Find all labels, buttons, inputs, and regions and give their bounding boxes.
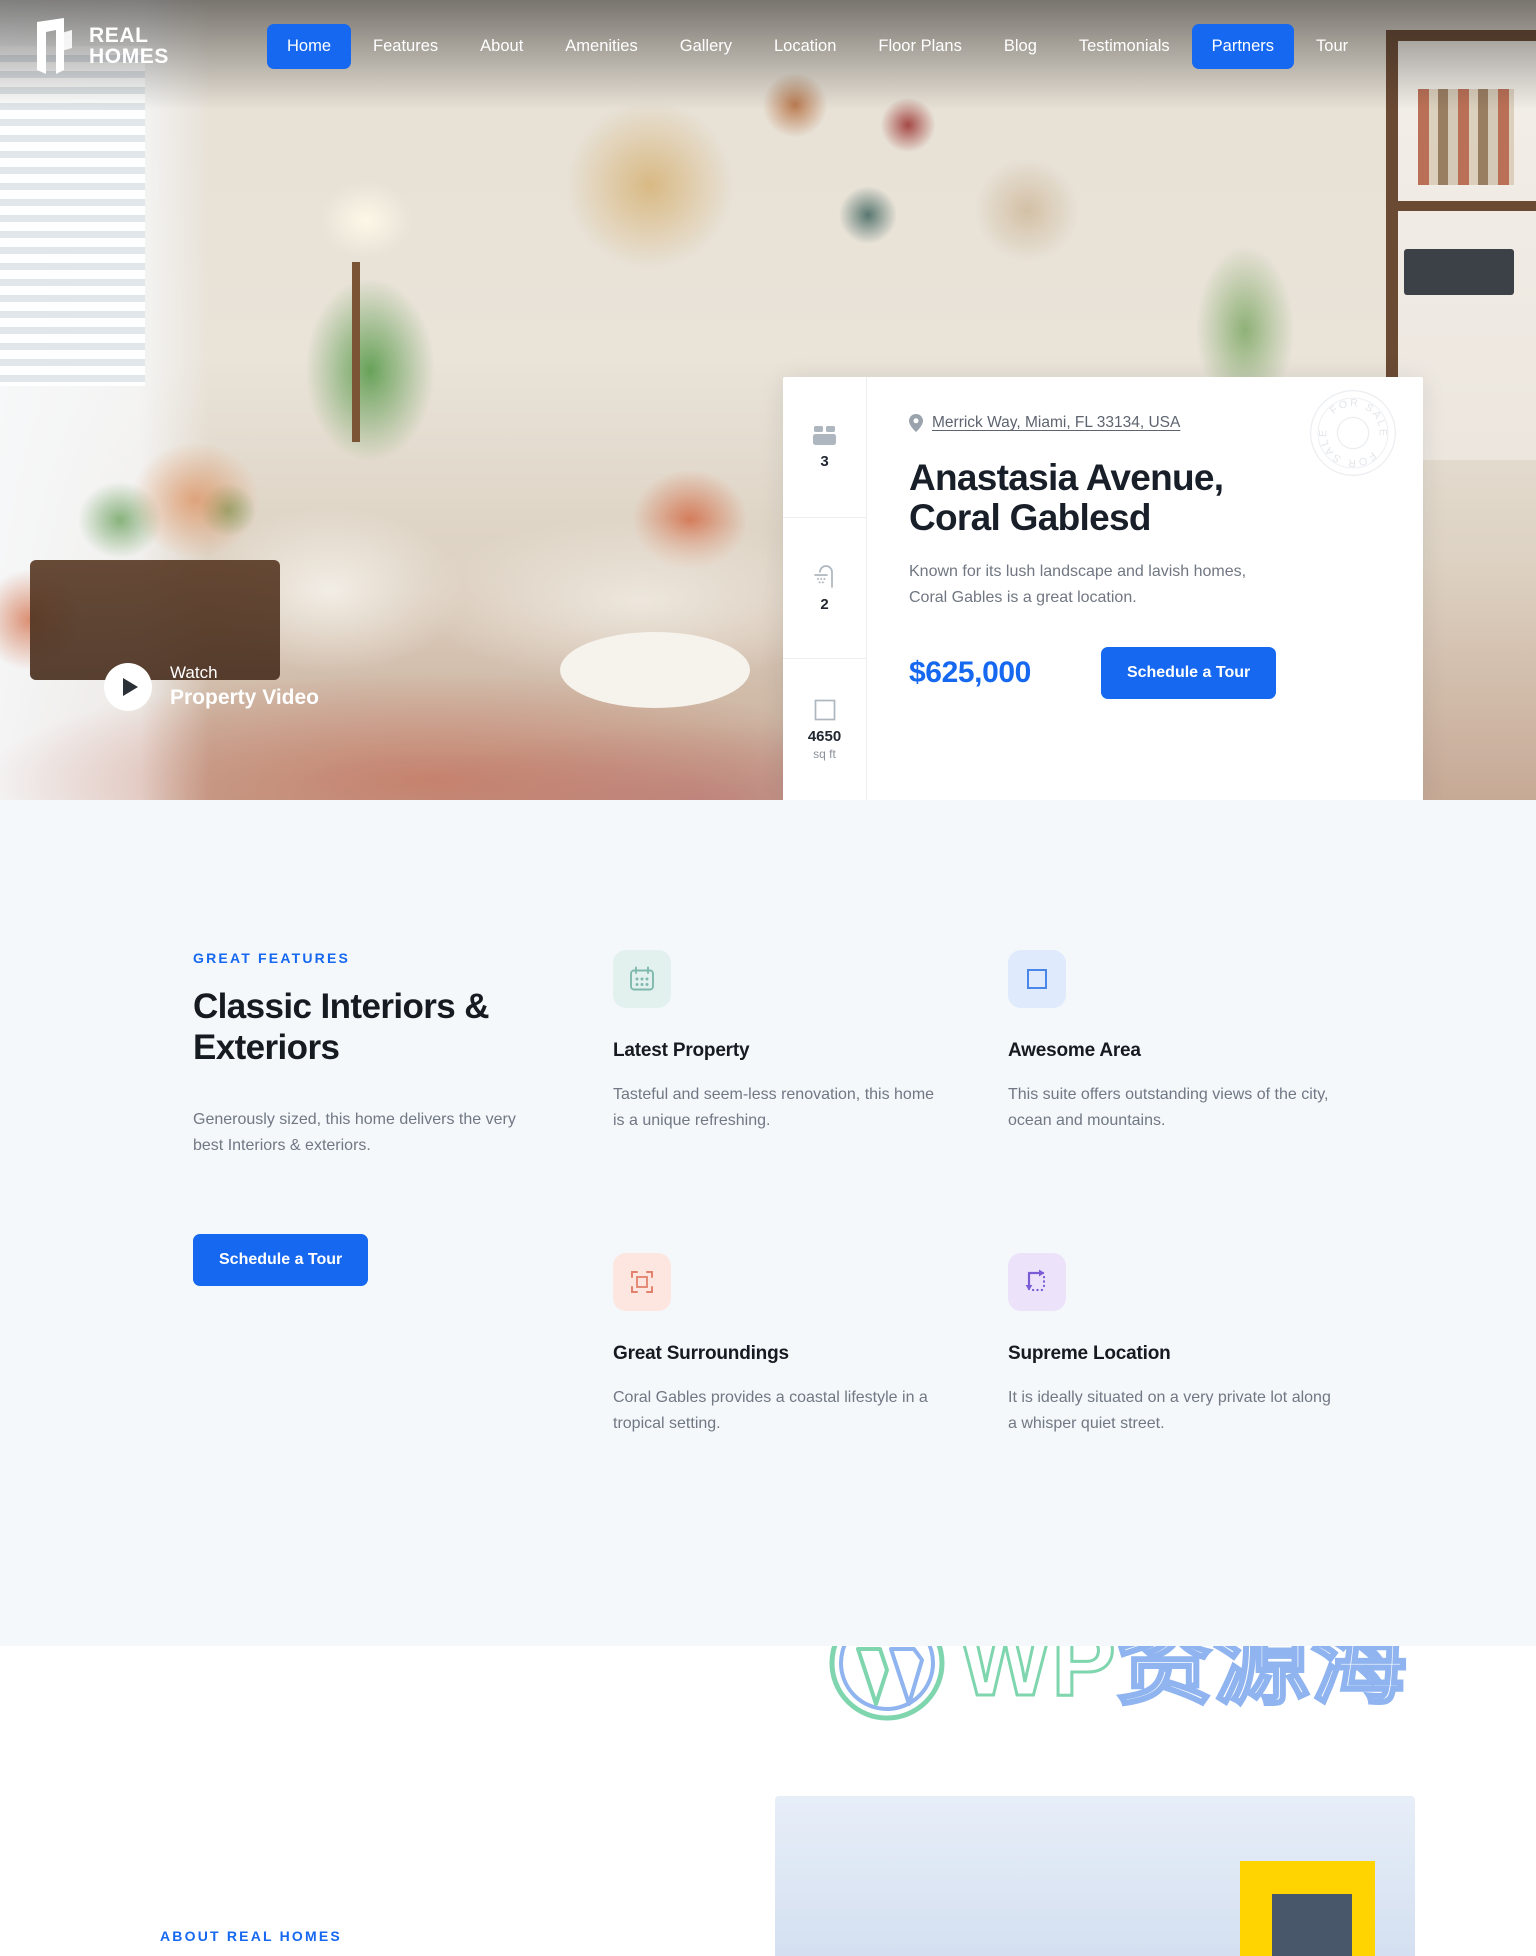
watch-property-video-button[interactable]: Watch Property Video xyxy=(104,662,319,712)
watermark-text-cn: 资源海 xyxy=(1115,1646,1408,1717)
stat-bedrooms: 3 xyxy=(783,377,866,518)
about-dark-accent xyxy=(1272,1894,1352,1956)
nav-item-testimonials[interactable]: Testimonials xyxy=(1059,24,1190,69)
stat-area: 4650 sq ft xyxy=(783,659,866,800)
stat-bathrooms: 2 xyxy=(783,518,866,659)
feature-text-4: It is ideally situated on a very private… xyxy=(1008,1389,1331,1432)
redo-arrow-icon xyxy=(1025,1269,1046,1292)
area-square-icon xyxy=(814,699,835,721)
property-card-footer: $625,000 Schedule a Tour xyxy=(909,647,1383,700)
features-heading: Classic Interiors & Exteriors xyxy=(193,987,490,1068)
nav-links: Home Features About Amenities Gallery Lo… xyxy=(267,23,1368,69)
brand-name-line1: REAL xyxy=(89,24,149,47)
property-description: Known for its lush landscape and lavish … xyxy=(909,563,1247,607)
feature-text-3: Coral Gables provides a coastal lifestyl… xyxy=(613,1389,928,1432)
nav-item-home[interactable]: Home xyxy=(267,23,352,69)
about-eyebrow: ABOUT REAL HOMES xyxy=(160,1928,342,1945)
main-navigation: REAL HOMES Home Features About Amenities… xyxy=(0,0,1536,92)
features-section: GREAT FEATURES Classic Interiors & Exter… xyxy=(0,800,1536,1647)
feature-title-2: Awesome Area xyxy=(1008,1040,1141,1061)
about-section-top: ABOUT REAL HOMES WP资源海 xyxy=(0,1646,1536,1956)
features-grid: Latest Property Tasteful and seem-less r… xyxy=(613,950,1343,1436)
nav-item-about[interactable]: About xyxy=(460,24,543,69)
calendar-icon xyxy=(630,966,654,991)
stat-bathrooms-value: 2 xyxy=(820,595,829,613)
site-watermark: WP资源海 xyxy=(828,1646,1408,1722)
brand-name: REAL HOMES xyxy=(89,25,169,67)
map-pin-icon xyxy=(909,414,923,432)
features-wrapper: GREAT FEATURES Classic Interiors & Exter… xyxy=(193,950,1343,1436)
features-paragraph: Generously sized, this home delivers the… xyxy=(193,1110,516,1154)
watch-video-label: Watch Property Video xyxy=(170,662,319,712)
for-sale-stamp-icon: FOR SALE FOR SALE xyxy=(1310,390,1396,476)
property-card-body: FOR SALE FOR SALE Merrick Way, Miami, FL… xyxy=(867,377,1423,800)
feature-text-1: Tasteful and seem-less renovation, this … xyxy=(613,1086,935,1129)
feature-card-awesome-area: Awesome Area This suite offers outstandi… xyxy=(1008,950,1343,1133)
nav-item-location[interactable]: Location xyxy=(754,24,856,69)
features-intro: GREAT FEATURES Classic Interiors & Exter… xyxy=(193,950,613,1436)
feature-icon-wrap-2 xyxy=(1008,950,1066,1008)
property-stats: 3 2 4650 sq ft xyxy=(783,377,867,800)
nav-item-gallery[interactable]: Gallery xyxy=(660,24,752,69)
watermark-text-en: WP xyxy=(959,1646,1118,1717)
expand-frame-icon xyxy=(631,1271,653,1294)
page-root: REAL HOMES Home Features About Amenities… xyxy=(0,0,1536,1956)
nav-item-floor-plans[interactable]: Floor Plans xyxy=(858,24,981,69)
brand-name-line2: HOMES xyxy=(89,45,170,68)
nav-item-amenities[interactable]: Amenities xyxy=(545,24,657,69)
wordpress-logo-icon xyxy=(829,1646,945,1721)
watch-label-line2: Property Video xyxy=(170,686,319,710)
hero-lamp-pole xyxy=(352,262,360,442)
property-address-link[interactable]: Merrick Way, Miami, FL 33134, USA xyxy=(932,414,1180,432)
property-title: Anastasia Avenue, Coral Gablesd xyxy=(909,457,1224,538)
nav-item-tour[interactable]: Tour xyxy=(1296,24,1368,69)
feature-title-1: Latest Property xyxy=(613,1040,750,1061)
property-price: $625,000 xyxy=(909,656,1031,690)
feature-card-latest-property: Latest Property Tasteful and seem-less r… xyxy=(613,950,948,1133)
features-eyebrow: GREAT FEATURES xyxy=(193,950,351,966)
hero-round-table xyxy=(560,632,750,708)
shower-icon xyxy=(813,564,833,588)
stat-area-unit: sq ft xyxy=(813,747,836,761)
feature-title-3: Great Surroundings xyxy=(613,1343,789,1365)
stat-area-value: 4650 xyxy=(807,728,842,745)
hero-shelf-box xyxy=(1404,249,1514,295)
schedule-tour-button-features[interactable]: Schedule a Tour xyxy=(193,1234,369,1287)
bed-icon xyxy=(812,425,836,445)
feature-text-2: This suite offers outstanding views of t… xyxy=(1008,1086,1329,1129)
feature-icon-wrap-1 xyxy=(613,950,671,1008)
square-outline-icon xyxy=(1027,969,1047,989)
feature-icon-wrap-4 xyxy=(1008,1253,1066,1312)
nav-item-blog[interactable]: Blog xyxy=(984,24,1057,69)
schedule-tour-button-hero[interactable]: Schedule a Tour xyxy=(1100,647,1277,700)
feature-card-great-surroundings: Great Surroundings Coral Gables provides… xyxy=(613,1253,948,1436)
play-circle-icon xyxy=(104,662,152,711)
feature-icon-wrap-3 xyxy=(613,1253,671,1312)
nav-item-partners[interactable]: Partners xyxy=(1191,23,1295,69)
watermark-text: WP资源海 xyxy=(959,1646,1409,1712)
building-logo-icon xyxy=(37,18,72,74)
brand-logo[interactable]: REAL HOMES xyxy=(34,18,169,74)
nav-item-features[interactable]: Features xyxy=(353,24,458,69)
feature-title-4: Supreme Location xyxy=(1008,1343,1171,1365)
hero-section: REAL HOMES Home Features About Amenities… xyxy=(0,0,1536,800)
stat-bedrooms-value: 3 xyxy=(820,452,829,470)
watch-label-line1: Watch xyxy=(170,662,218,682)
property-card: 3 2 4650 sq ft FOR SALE FOR SALE Merrick… xyxy=(783,377,1423,800)
feature-card-supreme-location: Supreme Location It is ideally situated … xyxy=(1008,1253,1343,1436)
